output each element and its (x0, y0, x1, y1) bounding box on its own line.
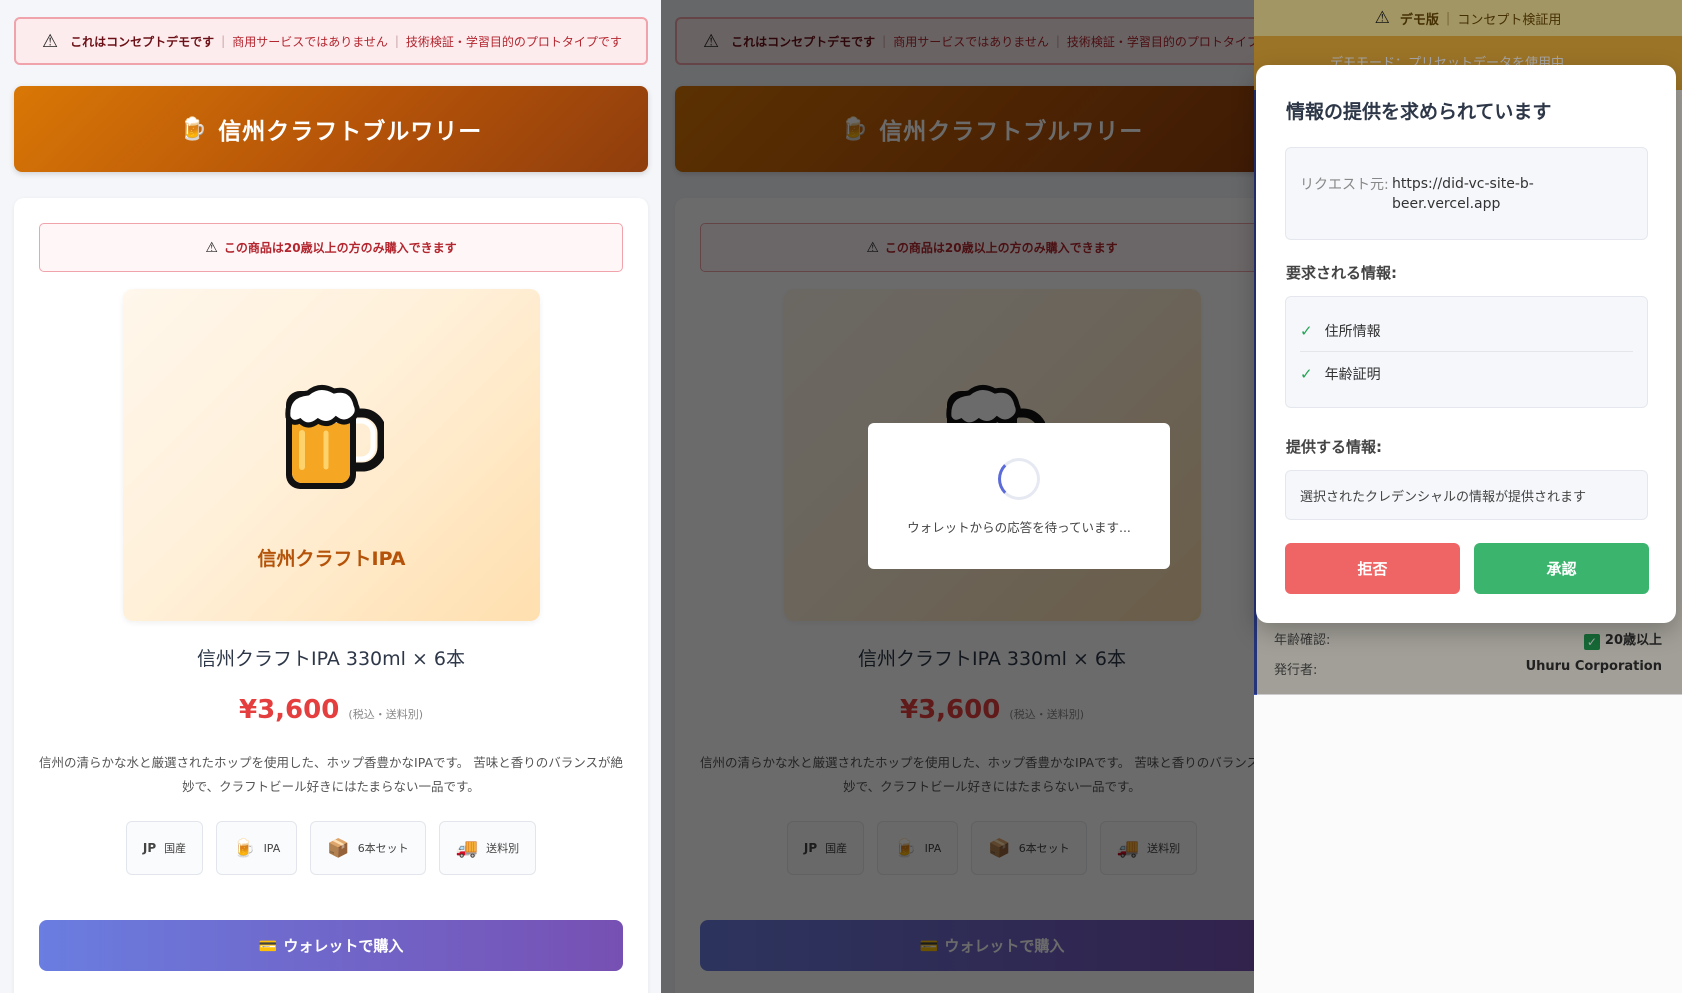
beer-mug-icon (285, 385, 384, 489)
wallet-panel: ⚠ デモ版 | コンセプト検証用 デモモード：プリセットデータを使用中 年齢確認… (1254, 0, 1682, 993)
requested-item: ✓ 住所情報 (1300, 311, 1633, 352)
flag-jp-icon: JP (142, 841, 157, 855)
warning-icon: ⚠ (205, 239, 218, 256)
requested-item-label: 年齢証明 (1324, 366, 1381, 383)
requested-info-label: 要求される情報: (1286, 264, 1397, 282)
demo-banner-item: 技術検証・学習目的のプロトタイプです (405, 34, 622, 49)
demo-banner-title: これはコンセプトデモです (70, 34, 215, 49)
requested-item: ✓ 年齢証明 (1300, 353, 1633, 394)
product-tags: JP 国産 🍺 IPA 📦 6本セット 🚚 送料別 (14, 821, 648, 875)
tag-shipping: 🚚 送料別 (438, 821, 537, 875)
loading-spinner-icon (998, 458, 1040, 500)
check-icon: ✓ (1300, 364, 1313, 383)
tag-label: 送料別 (486, 842, 520, 855)
consent-title: 情報の提供を求められています (1286, 101, 1552, 123)
separator: | (394, 34, 399, 48)
waiting-text: ウォレットからの応答を待っています... (907, 520, 1131, 535)
buy-with-wallet-button[interactable]: 💳 ウォレットで購入 (39, 920, 623, 971)
consent-dialog: 情報の提供を求められています リクエスト元: https://did-vc-si… (1256, 65, 1676, 623)
product-image: 信州クラフトIPA (123, 289, 540, 621)
origin-value: https://did-vc-site-b-beer.vercel.app (1392, 176, 1534, 212)
reject-button[interactable]: 拒否 (1285, 543, 1460, 594)
tag-style: 🍺 IPA (216, 821, 298, 875)
buy-button-label: ウォレットで購入 (283, 938, 404, 955)
product-image-label: 信州クラフトIPA (257, 548, 406, 570)
shop-panel: ⚠ これはコンセプトデモです | 商用サービスではありません | 技術検証・学習… (0, 0, 661, 993)
tag-label: 6本セット (357, 842, 409, 855)
tag-origin: JP 国産 (125, 821, 204, 875)
product-price: ¥3,600 (238, 695, 340, 725)
provided-info-label: 提供する情報: (1286, 438, 1382, 456)
product-description: 信州の清らかな水と厳選されたホップを使用した、ホップ香豊かなIPAです。 苦味と… (39, 755, 623, 794)
shop-waiting-panel: ⚠ これはコンセプトデモです | 商用サービスではありません | 技術検証・学習… (661, 0, 1321, 993)
tag-label: 国産 (164, 842, 187, 855)
age-warning-text: この商品は20歳以上の方のみ購入できます (223, 241, 457, 255)
requested-info-list: ✓ 住所情報 ✓ 年齢証明 (1285, 296, 1648, 408)
provided-info-text: 選択されたクレデンシャルの情報が提供されます (1285, 470, 1648, 520)
wallet-icon: 💳 (258, 937, 278, 955)
wallet-app: ⚠ デモ版 | コンセプト検証用 デモモード：プリセットデータを使用中 年齢確認… (1254, 0, 1682, 695)
check-icon: ✓ (1300, 322, 1313, 340)
price-note: (税込・送料別) (348, 708, 424, 721)
tag-label: IPA (263, 841, 281, 855)
age-warning: ⚠ この商品は20歳以上の方のみ購入できます (39, 223, 623, 272)
product-card: ⚠ この商品は20歳以上の方のみ購入できます 信州クラフトIPA 信州クラフトI… (14, 198, 648, 993)
shop-title: 信州クラフトブルワリー (218, 119, 483, 145)
box-icon: 📦 (327, 837, 350, 859)
requested-item-label: 住所情報 (1324, 324, 1381, 340)
separator: | (221, 34, 226, 48)
tag-quantity: 📦 6本セット (310, 821, 426, 875)
product-name: 信州クラフトIPA 330ml × 6本 (196, 648, 466, 670)
request-origin-box: リクエスト元: https://did-vc-site-b-beer.verce… (1285, 147, 1648, 240)
demo-banner: ⚠ これはコンセプトデモです | 商用サービスではありません | 技術検証・学習… (14, 17, 648, 65)
origin-label: リクエスト元: (1300, 177, 1389, 193)
waiting-dialog: ウォレットからの応答を待っています... (868, 423, 1170, 569)
warning-icon: ⚠ (42, 30, 59, 52)
approve-button[interactable]: 承認 (1474, 543, 1649, 594)
shop-header: 🍺 信州クラフトブルワリー (14, 86, 648, 172)
price-row: ¥3,600 (税込・送料別) (14, 695, 648, 725)
truck-icon: 🚚 (455, 837, 479, 859)
beer-mug-icon: 🍺 (233, 837, 256, 859)
beer-mug-icon: 🍺 (179, 116, 209, 142)
demo-banner-item: 商用サービスではありません (232, 34, 388, 49)
